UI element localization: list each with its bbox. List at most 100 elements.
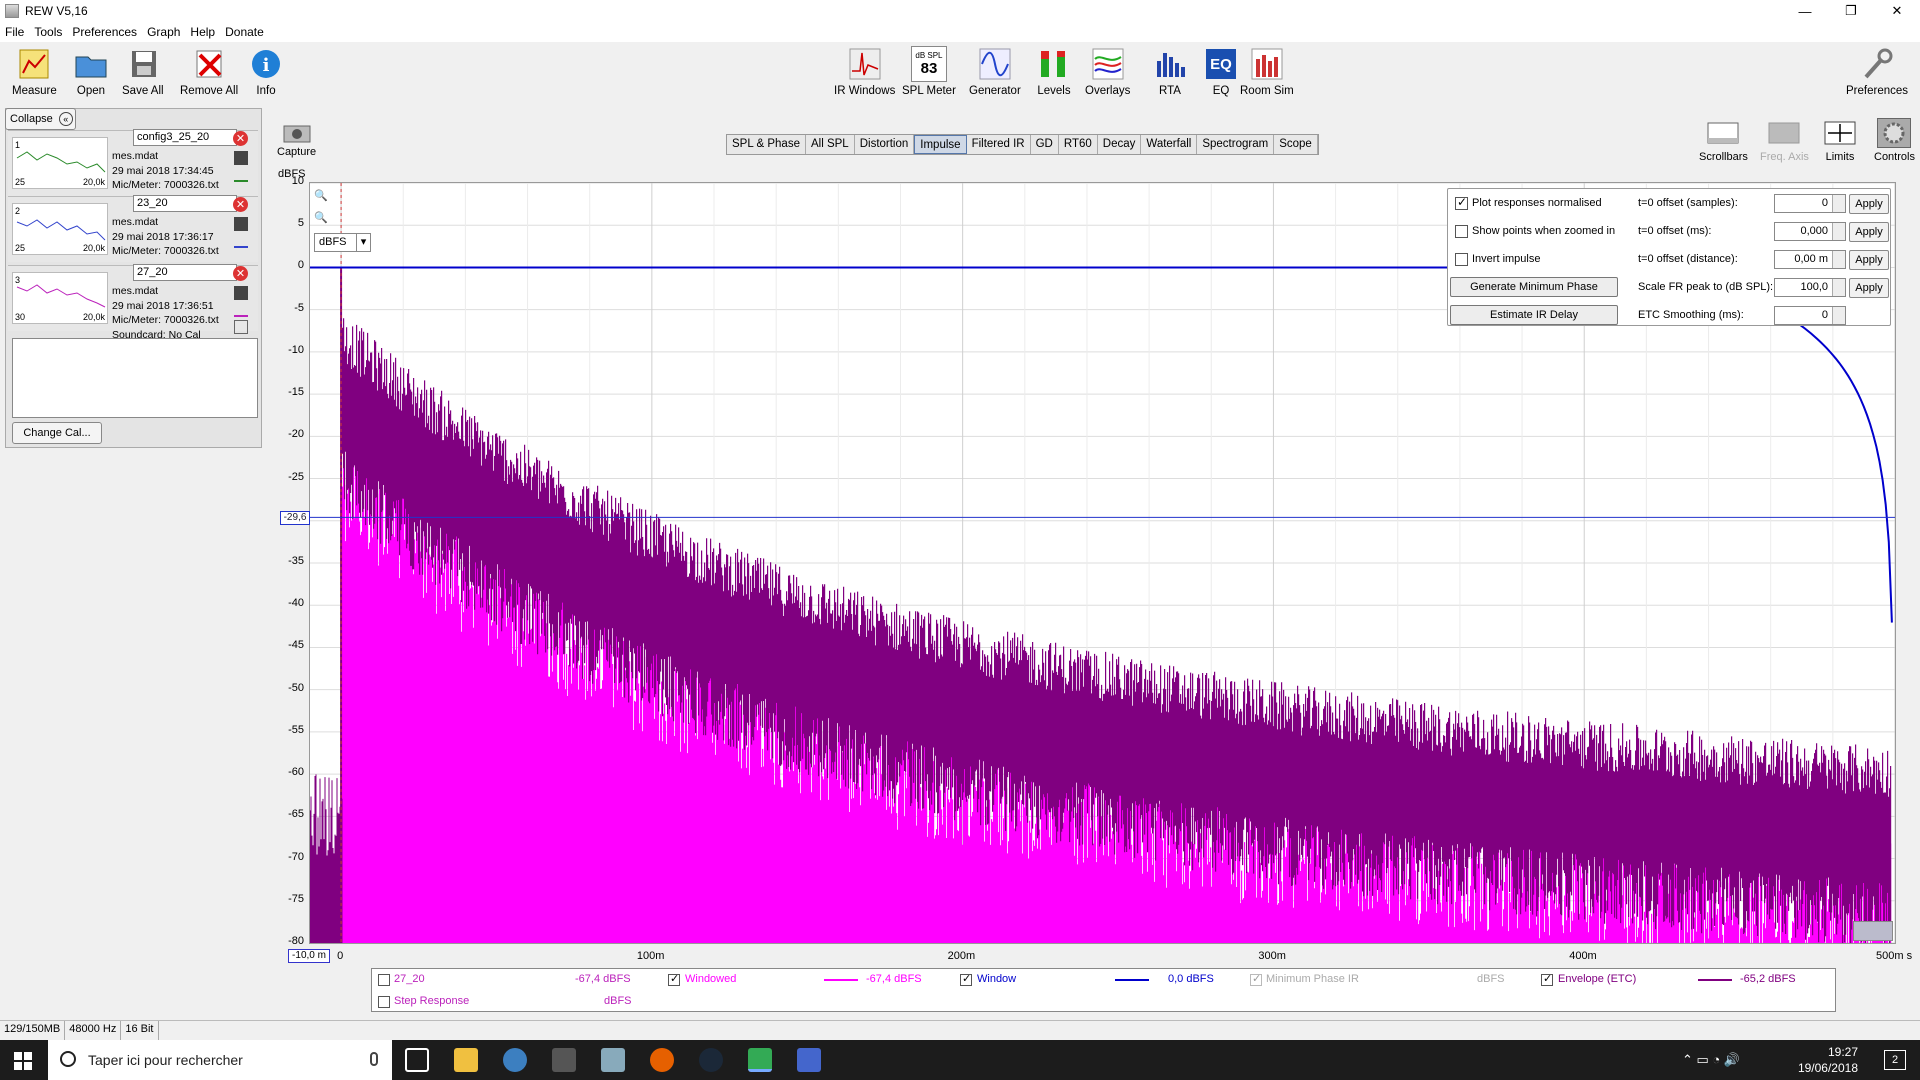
unit-dropdown[interactable]: dBFS ▾	[314, 233, 371, 252]
change-cal-button[interactable]: Change Cal...	[12, 422, 102, 444]
etc-smoothing-input[interactable]: 0	[1774, 306, 1846, 325]
menu-help[interactable]: Help	[190, 25, 215, 39]
delete-measurement-icon[interactable]: ✕	[233, 197, 248, 212]
title-bar: REW V5,16 — ❐ ✕	[0, 0, 1920, 22]
zoom-out-icon[interactable]: 🔍	[314, 211, 328, 224]
menu-preferences[interactable]: Preferences	[72, 25, 137, 39]
menu-file[interactable]: File	[5, 25, 24, 39]
capture-button[interactable]: Capture	[277, 120, 316, 158]
measurement-name-field[interactable]: 27_20	[133, 264, 237, 281]
tab-spl-phase[interactable]: SPL & Phase	[727, 135, 806, 154]
invert-impulse-checkbox[interactable]	[1455, 253, 1468, 266]
tab-scope[interactable]: Scope	[1274, 135, 1318, 154]
tab-decay[interactable]: Decay	[1098, 135, 1142, 154]
freq-axis-button[interactable]: Freq. Axis	[1760, 118, 1809, 163]
t0-samples-input[interactable]: 0	[1774, 194, 1846, 213]
windowed-checkbox[interactable]	[668, 972, 680, 986]
scrollbars-button[interactable]: Scrollbars	[1699, 118, 1748, 163]
apply-button[interactable]: Apply	[1849, 222, 1889, 242]
window-checkbox[interactable]	[960, 972, 972, 986]
pen-icon[interactable]	[234, 234, 248, 248]
menu-donate[interactable]: Donate	[225, 25, 264, 39]
room-sim-button[interactable]: Room Sim	[1240, 46, 1294, 97]
open-button[interactable]: Open	[73, 46, 109, 97]
menu-graph[interactable]: Graph	[147, 25, 180, 39]
measurement-thumbnail: 1 25 20,0k	[12, 137, 108, 189]
color-icon[interactable]	[234, 217, 248, 231]
tab-all-spl[interactable]: All SPL	[806, 135, 855, 154]
color-icon[interactable]	[234, 151, 248, 165]
step-response-checkbox[interactable]	[378, 996, 390, 1008]
measurement-item[interactable]: 2 25 20,0k 23_20 ✕ mes.mdat 29 mai 2018 17:…	[8, 195, 258, 262]
x-axis-start[interactable]: -10,0 m	[288, 949, 330, 963]
color-icon[interactable]	[234, 286, 248, 300]
browser-icon[interactable]	[503, 1048, 527, 1072]
menu-tools[interactable]: Tools	[34, 25, 62, 39]
generator-button[interactable]: Generator	[969, 46, 1021, 97]
plot-normalised-checkbox[interactable]	[1455, 195, 1468, 210]
measurement-item[interactable]: 3 30 20,0k 27_20 ✕ mes.mdat 29 mai 2018 17:…	[8, 264, 258, 341]
tab-gd[interactable]: GD	[1031, 135, 1059, 154]
app-icon[interactable]	[552, 1048, 576, 1072]
file-explorer-icon[interactable]	[454, 1048, 478, 1072]
app-icon[interactable]	[601, 1048, 625, 1072]
rew-taskbar-icon[interactable]	[748, 1048, 772, 1072]
zoom-in-icon[interactable]: 🔍	[314, 189, 328, 202]
minimum-phase-checkbox[interactable]	[1250, 972, 1262, 986]
minimize-button[interactable]: —	[1782, 0, 1828, 22]
pen-icon[interactable]	[234, 168, 248, 182]
app-icon[interactable]	[797, 1048, 821, 1072]
tab-spectrogram[interactable]: Spectrogram	[1197, 135, 1275, 154]
windows-start-icon[interactable]	[14, 1052, 32, 1073]
eq-button[interactable]: EQ EQ	[1203, 46, 1239, 97]
firefox-icon[interactable]	[650, 1048, 674, 1072]
t0-ms-input[interactable]: 0,000	[1774, 222, 1846, 241]
t0-distance-input[interactable]: 0,00 m	[1774, 250, 1846, 269]
steam-icon[interactable]	[699, 1048, 723, 1072]
task-view-icon[interactable]	[405, 1048, 429, 1072]
tab-filtered-ir[interactable]: Filtered IR	[967, 135, 1031, 154]
measurement-trace-checkbox[interactable]	[378, 974, 390, 986]
delete-measurement-icon[interactable]: ✕	[233, 131, 248, 146]
show-points-checkbox[interactable]	[1455, 225, 1468, 238]
ir-windows-button[interactable]: IR Windows	[834, 46, 895, 97]
rta-button[interactable]: RTA	[1152, 46, 1188, 97]
tab-impulse[interactable]: Impulse	[914, 135, 967, 154]
notification-icon[interactable]: 2	[1884, 1050, 1906, 1070]
taskbar-search-box[interactable]: Taper ici pour rechercher	[48, 1040, 392, 1080]
taskbar-clock[interactable]: 19:27 19/06/2018	[1798, 1044, 1858, 1076]
scale-fr-input[interactable]: 100,0	[1774, 278, 1846, 297]
tab-distortion[interactable]: Distortion	[855, 135, 915, 154]
generate-minimum-phase-button[interactable]: Generate Minimum Phase	[1450, 277, 1618, 297]
levels-button[interactable]: Levels	[1036, 46, 1072, 97]
apply-button[interactable]: Apply	[1849, 250, 1889, 270]
spl-meter-button[interactable]: dB SPL 83 SPL Meter	[902, 46, 956, 97]
collapse-button[interactable]: Collapse «	[5, 108, 76, 130]
preferences-button[interactable]: Preferences	[1846, 46, 1908, 97]
apply-button[interactable]: Apply	[1849, 278, 1889, 298]
maximize-button[interactable]: ❐	[1828, 0, 1874, 22]
limits-button[interactable]: Limits	[1823, 118, 1857, 163]
delete-measurement-icon[interactable]: ✕	[233, 266, 248, 281]
measurement-item[interactable]: 1 25 20,0k config3_25_20 ✕ mes.mdat 29 mai …	[8, 129, 258, 196]
envelope-checkbox[interactable]	[1541, 972, 1553, 986]
measure-button[interactable]: Measure	[12, 46, 57, 97]
measurement-name-field[interactable]: config3_25_20	[133, 129, 237, 146]
pen-icon[interactable]	[234, 303, 248, 317]
tab-waterfall[interactable]: Waterfall	[1141, 135, 1198, 154]
measurement-name-field[interactable]: 23_20	[133, 195, 237, 212]
info-button[interactable]: i Info	[248, 46, 284, 97]
overlays-button[interactable]: Overlays	[1085, 46, 1130, 97]
soundcard-icon[interactable]	[234, 320, 248, 334]
apply-button[interactable]: Apply	[1849, 194, 1889, 214]
tab-rt60[interactable]: RT60	[1059, 135, 1098, 154]
zoom-reset-icon[interactable]	[1853, 921, 1893, 941]
tray-icons[interactable]: ⌃ ▭ ◔ 🔊	[1682, 1052, 1740, 1068]
save-all-button[interactable]: Save All	[122, 46, 164, 97]
controls-button[interactable]: Controls	[1874, 118, 1915, 163]
close-button[interactable]: ✕	[1874, 0, 1920, 22]
microphone-icon[interactable]	[370, 1052, 378, 1066]
remove-all-button[interactable]: Remove All	[180, 46, 238, 97]
estimate-ir-delay-button[interactable]: Estimate IR Delay	[1450, 305, 1618, 325]
notes-area[interactable]	[12, 338, 258, 418]
